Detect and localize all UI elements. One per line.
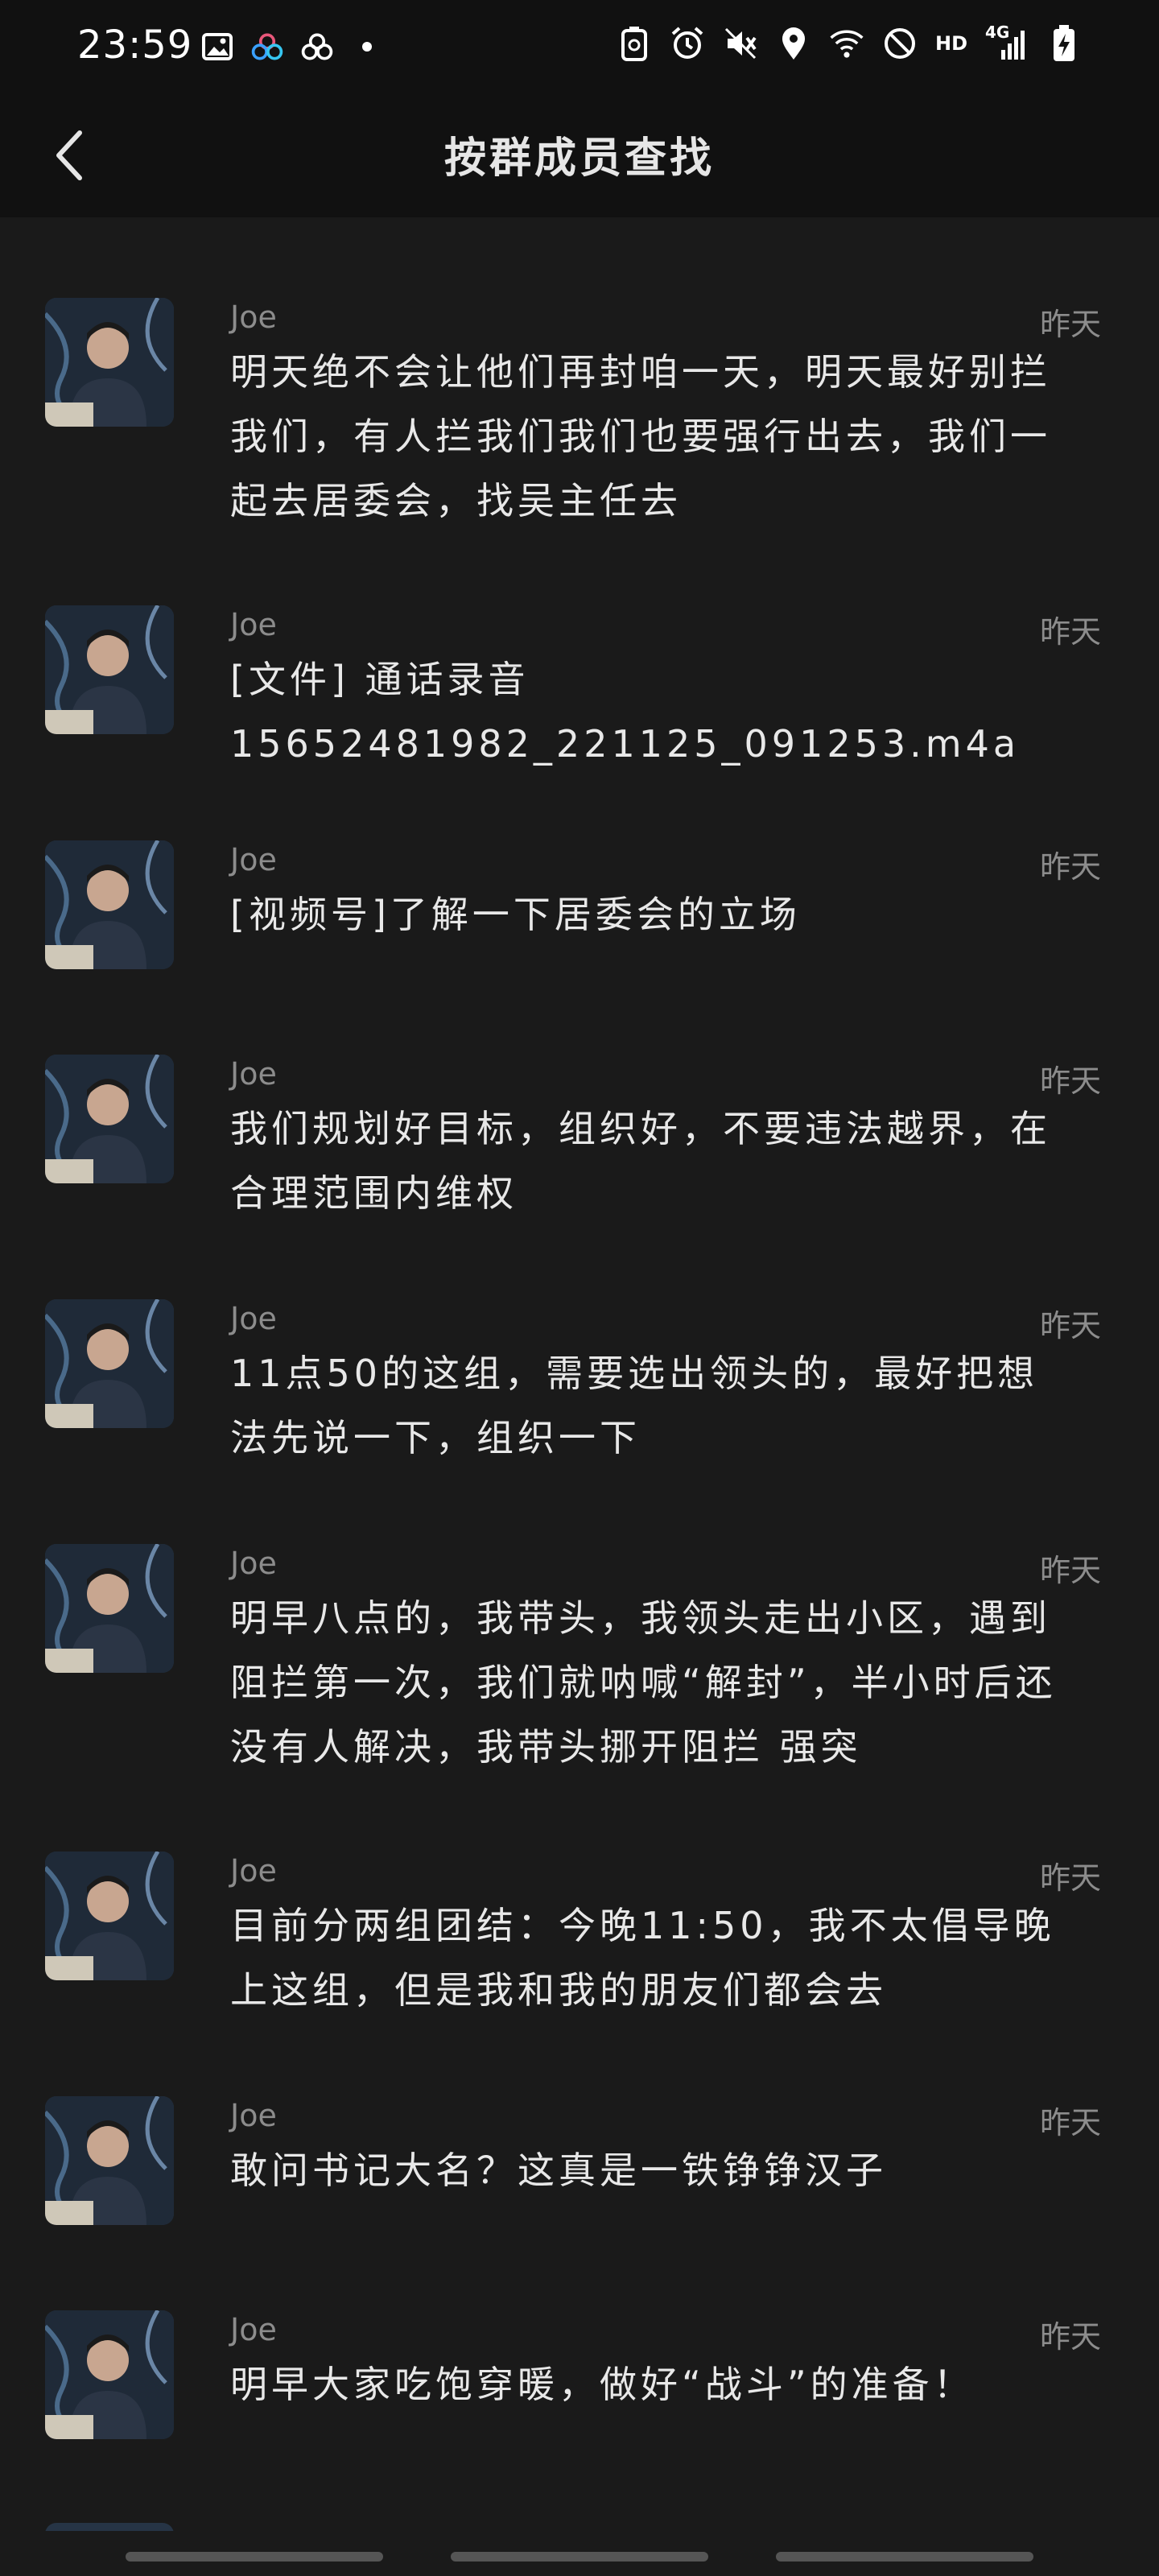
nav-back-gesture[interactable] <box>126 2552 383 2562</box>
list-item[interactable]: Joe 昨天 [视频号]了解一下居委会的立场 <box>0 840 1159 977</box>
avatar[interactable] <box>45 605 174 734</box>
list-item[interactable]: Joe 昨天 目前分两组团结：今晚11:50，我不太倡导晚 上这组，但是我和我的… <box>0 1852 1159 2029</box>
message-text: 敢问书记大名？这真是一铁铮铮汉子 <box>230 2149 887 2192</box>
avatar[interactable] <box>45 1055 174 1183</box>
avatar[interactable] <box>45 2523 174 2531</box>
message-text: [文件] 通话录音 15652481982_221125_091253.m4a <box>230 658 1021 766</box>
network-type-label: 4G <box>985 23 1010 42</box>
message-time: 昨天 <box>1039 2319 1101 2355</box>
avatar[interactable] <box>45 1544 174 1673</box>
alarm-icon <box>670 26 705 61</box>
page-title: 按群成员查找 <box>443 134 715 183</box>
system-icons: HD 4G <box>617 23 1082 61</box>
message-time: 昨天 <box>1039 1063 1101 1099</box>
mute-icon <box>723 26 758 61</box>
message-text: 明天绝不会让他们再封咱一天，明天最好别拦 我们，有人拦我们我们也要强行出去，我们… <box>230 350 1051 522</box>
list-item[interactable]: Joe 昨天 明天绝不会让他们再封咱一天，明天最好别拦 我们，有人拦我们我们也要… <box>0 298 1159 531</box>
message-time: 昨天 <box>1039 1860 1101 1896</box>
message-text: 明早八点的，我带头，我领头走出小区，遇到 阻拦第一次，我们就呐喊“解封”，半小时… <box>230 1596 1057 1769</box>
message-text: 目前分两组团结：今晚11:50，我不太倡导晚 上这组，但是我和我的朋友们都会去 <box>230 1904 1055 2012</box>
sender-name: Joe <box>230 2312 277 2347</box>
battery-saver-icon <box>617 26 652 61</box>
sender-name: Joe <box>230 1301 277 1336</box>
list-item-partial[interactable] <box>0 2523 1159 2531</box>
sender-name: Joe <box>230 607 277 642</box>
hd-voice-label: HD <box>934 32 967 55</box>
message-text: 11点50的这组，需要选出领头的，最好把想 法先说一下，组织一下 <box>230 1352 1039 1459</box>
location-icon <box>776 26 811 61</box>
nav-home-gesture[interactable] <box>451 2552 708 2562</box>
title-bar: 按群成员查找 <box>0 95 1159 217</box>
message-text: 我们规划好目标，组织好，不要违法越界，在 合理范围内维权 <box>230 1107 1051 1215</box>
notification-icons <box>200 29 385 64</box>
more-notifications-dot-icon <box>349 29 385 64</box>
avatar[interactable] <box>45 2096 174 2225</box>
sender-name: Joe <box>230 2098 277 2133</box>
list-item[interactable]: Joe 昨天 明早大家吃饱穿暖，做好“战斗”的准备！ <box>0 2310 1159 2447</box>
sender-name: Joe <box>230 1853 277 1889</box>
battery-charging-icon <box>1046 25 1082 61</box>
sender-name: Joe <box>230 1056 277 1092</box>
message-time: 昨天 <box>1039 1553 1101 1588</box>
avatar[interactable] <box>45 840 174 969</box>
list-item[interactable]: Joe 昨天 [文件] 通话录音 15652481982_221125_0912… <box>0 605 1159 766</box>
avatar[interactable] <box>45 2310 174 2439</box>
cloud-sync-outline-icon <box>299 29 335 64</box>
message-time: 昨天 <box>1039 614 1101 650</box>
message-text: [视频号]了解一下居委会的立场 <box>230 893 801 936</box>
navigation-bar <box>0 2531 1159 2576</box>
avatar[interactable] <box>45 1299 174 1428</box>
list-item[interactable]: Joe 昨天 11点50的这组，需要选出领头的，最好把想 法先说一下，组织一下 <box>0 1299 1159 1476</box>
message-time: 昨天 <box>1039 307 1101 342</box>
status-bar: 23:59 HD 4G <box>0 0 1159 95</box>
gallery-icon <box>200 29 235 64</box>
nav-recents-gesture[interactable] <box>776 2552 1033 2562</box>
signal-icon: 4G <box>985 23 1029 61</box>
message-time: 昨天 <box>1039 1308 1101 1344</box>
wifi-icon <box>829 26 864 61</box>
avatar[interactable] <box>45 1852 174 1980</box>
status-time: 23:59 <box>77 23 193 68</box>
do-not-disturb-icon <box>882 26 918 61</box>
list-item[interactable]: Joe 昨天 我们规划好目标，组织好，不要违法越界，在 合理范围内维权 <box>0 1055 1159 1232</box>
list-item[interactable]: Joe 昨天 敢问书记大名？这真是一铁铮铮汉子 <box>0 2096 1159 2233</box>
message-time: 昨天 <box>1039 849 1101 885</box>
cloud-sync-icon <box>250 29 285 64</box>
sender-name: Joe <box>230 299 277 335</box>
avatar[interactable] <box>45 298 174 427</box>
list-item[interactable]: Joe 昨天 明早八点的，我带头，我领头走出小区，遇到 阻拦第一次，我们就呐喊“… <box>0 1544 1159 1785</box>
message-time: 昨天 <box>1039 2105 1101 2140</box>
message-text: 明早大家吃饱穿暖，做好“战斗”的准备！ <box>230 2363 975 2406</box>
sender-name: Joe <box>230 842 277 877</box>
sender-name: Joe <box>230 1546 277 1581</box>
